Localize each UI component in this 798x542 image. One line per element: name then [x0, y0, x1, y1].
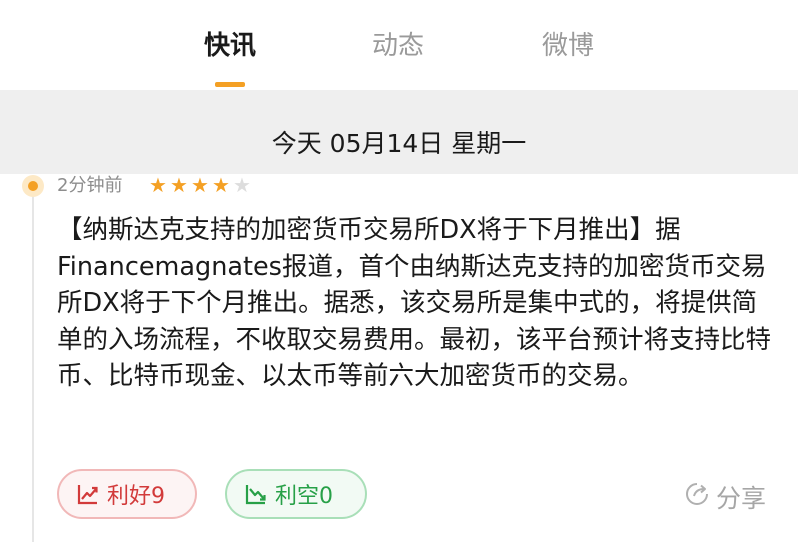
- bullish-label: 利好9: [107, 484, 165, 509]
- star-filled-icon: ★: [149, 173, 167, 197]
- star-filled-icon: ★: [212, 173, 230, 197]
- star-filled-icon: ★: [170, 173, 188, 197]
- tab-weibo[interactable]: 微博: [508, 26, 628, 66]
- bearish-button[interactable]: 利空0: [225, 469, 367, 519]
- bearish-label: 利空0: [275, 484, 333, 509]
- news-time: 2分钟前: [57, 175, 123, 196]
- importance-rating: ★ ★ ★ ★ ★: [149, 172, 254, 198]
- share-button[interactable]: 分享: [684, 479, 766, 515]
- share-icon: [684, 481, 710, 513]
- date-header: 今天 05月14日 星期一: [271, 129, 527, 158]
- timeline-dot-center: [28, 181, 38, 191]
- tab-bar: 快讯 动态 微博: [0, 0, 798, 90]
- bullish-button[interactable]: 利好9: [57, 469, 197, 519]
- tab-flash[interactable]: 快讯: [170, 26, 290, 66]
- timeline-line: [32, 192, 34, 542]
- flash-news-page: 快讯 动态 微博 今天 05月14日 星期一 2分钟前 ★ ★ ★ ★ ★ 【纳斯达克支…: [0, 0, 798, 542]
- share-label: 分享: [716, 484, 767, 513]
- trend-up-icon: [77, 483, 99, 505]
- trend-down-icon: [245, 483, 267, 505]
- tab-dynamic[interactable]: 动态: [338, 26, 458, 66]
- active-tab-indicator: [215, 82, 245, 87]
- news-content[interactable]: 【纳斯达克支持的加密货币交易所DX将于下月推出】据Financemagnates…: [57, 212, 777, 395]
- star-filled-icon: ★: [191, 173, 209, 197]
- star-empty-icon: ★: [233, 173, 251, 197]
